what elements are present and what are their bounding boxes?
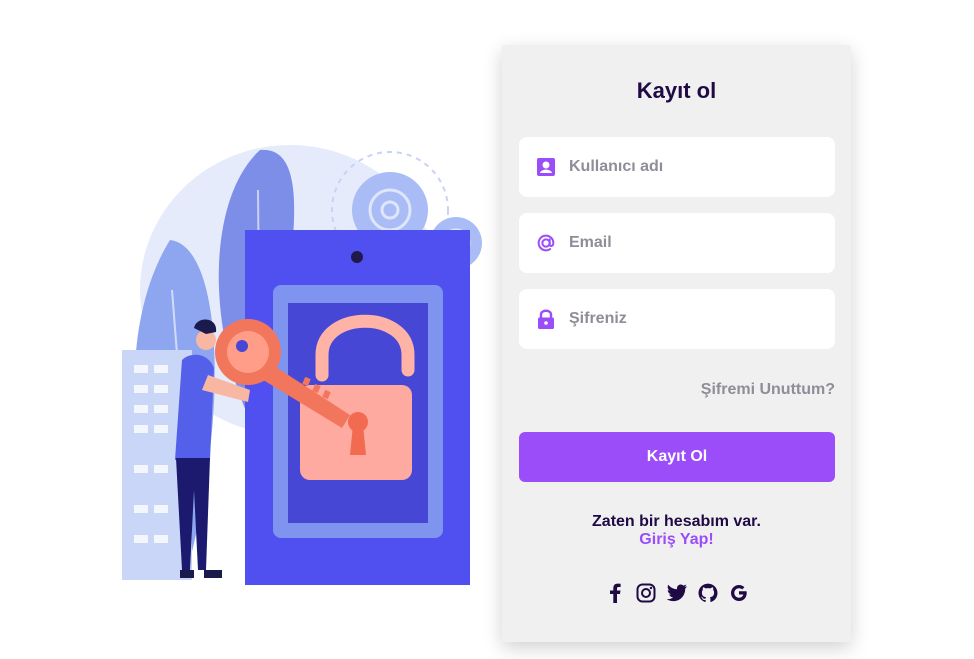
password-field[interactable]	[519, 289, 835, 349]
signup-panel: Kayıt ol Şifremi	[502, 45, 851, 642]
form-title: Kayıt ol	[636, 78, 717, 103]
facebook-icon[interactable]	[604, 582, 626, 604]
already-have-account-text: Zaten bir hesabım var.	[592, 513, 761, 530]
forgot-password-link[interactable]: Şifremi Unuttum?	[701, 381, 835, 399]
security-illustration	[110, 140, 490, 600]
login-link[interactable]: Giriş Yap!	[502, 531, 851, 549]
social-login-row	[502, 582, 851, 604]
username-field[interactable]	[519, 137, 835, 197]
google-icon[interactable]	[728, 582, 750, 604]
github-icon[interactable]	[697, 582, 719, 604]
password-input[interactable]	[569, 310, 809, 328]
signup-button[interactable]: Kayıt Ol	[519, 432, 835, 482]
email-field[interactable]	[519, 213, 835, 273]
at-icon	[535, 232, 557, 254]
instagram-icon[interactable]	[635, 582, 657, 604]
username-input[interactable]	[569, 158, 809, 176]
twitter-icon[interactable]	[666, 582, 688, 604]
user-icon	[535, 156, 557, 178]
lock-icon	[535, 308, 557, 330]
email-input[interactable]	[569, 234, 809, 252]
